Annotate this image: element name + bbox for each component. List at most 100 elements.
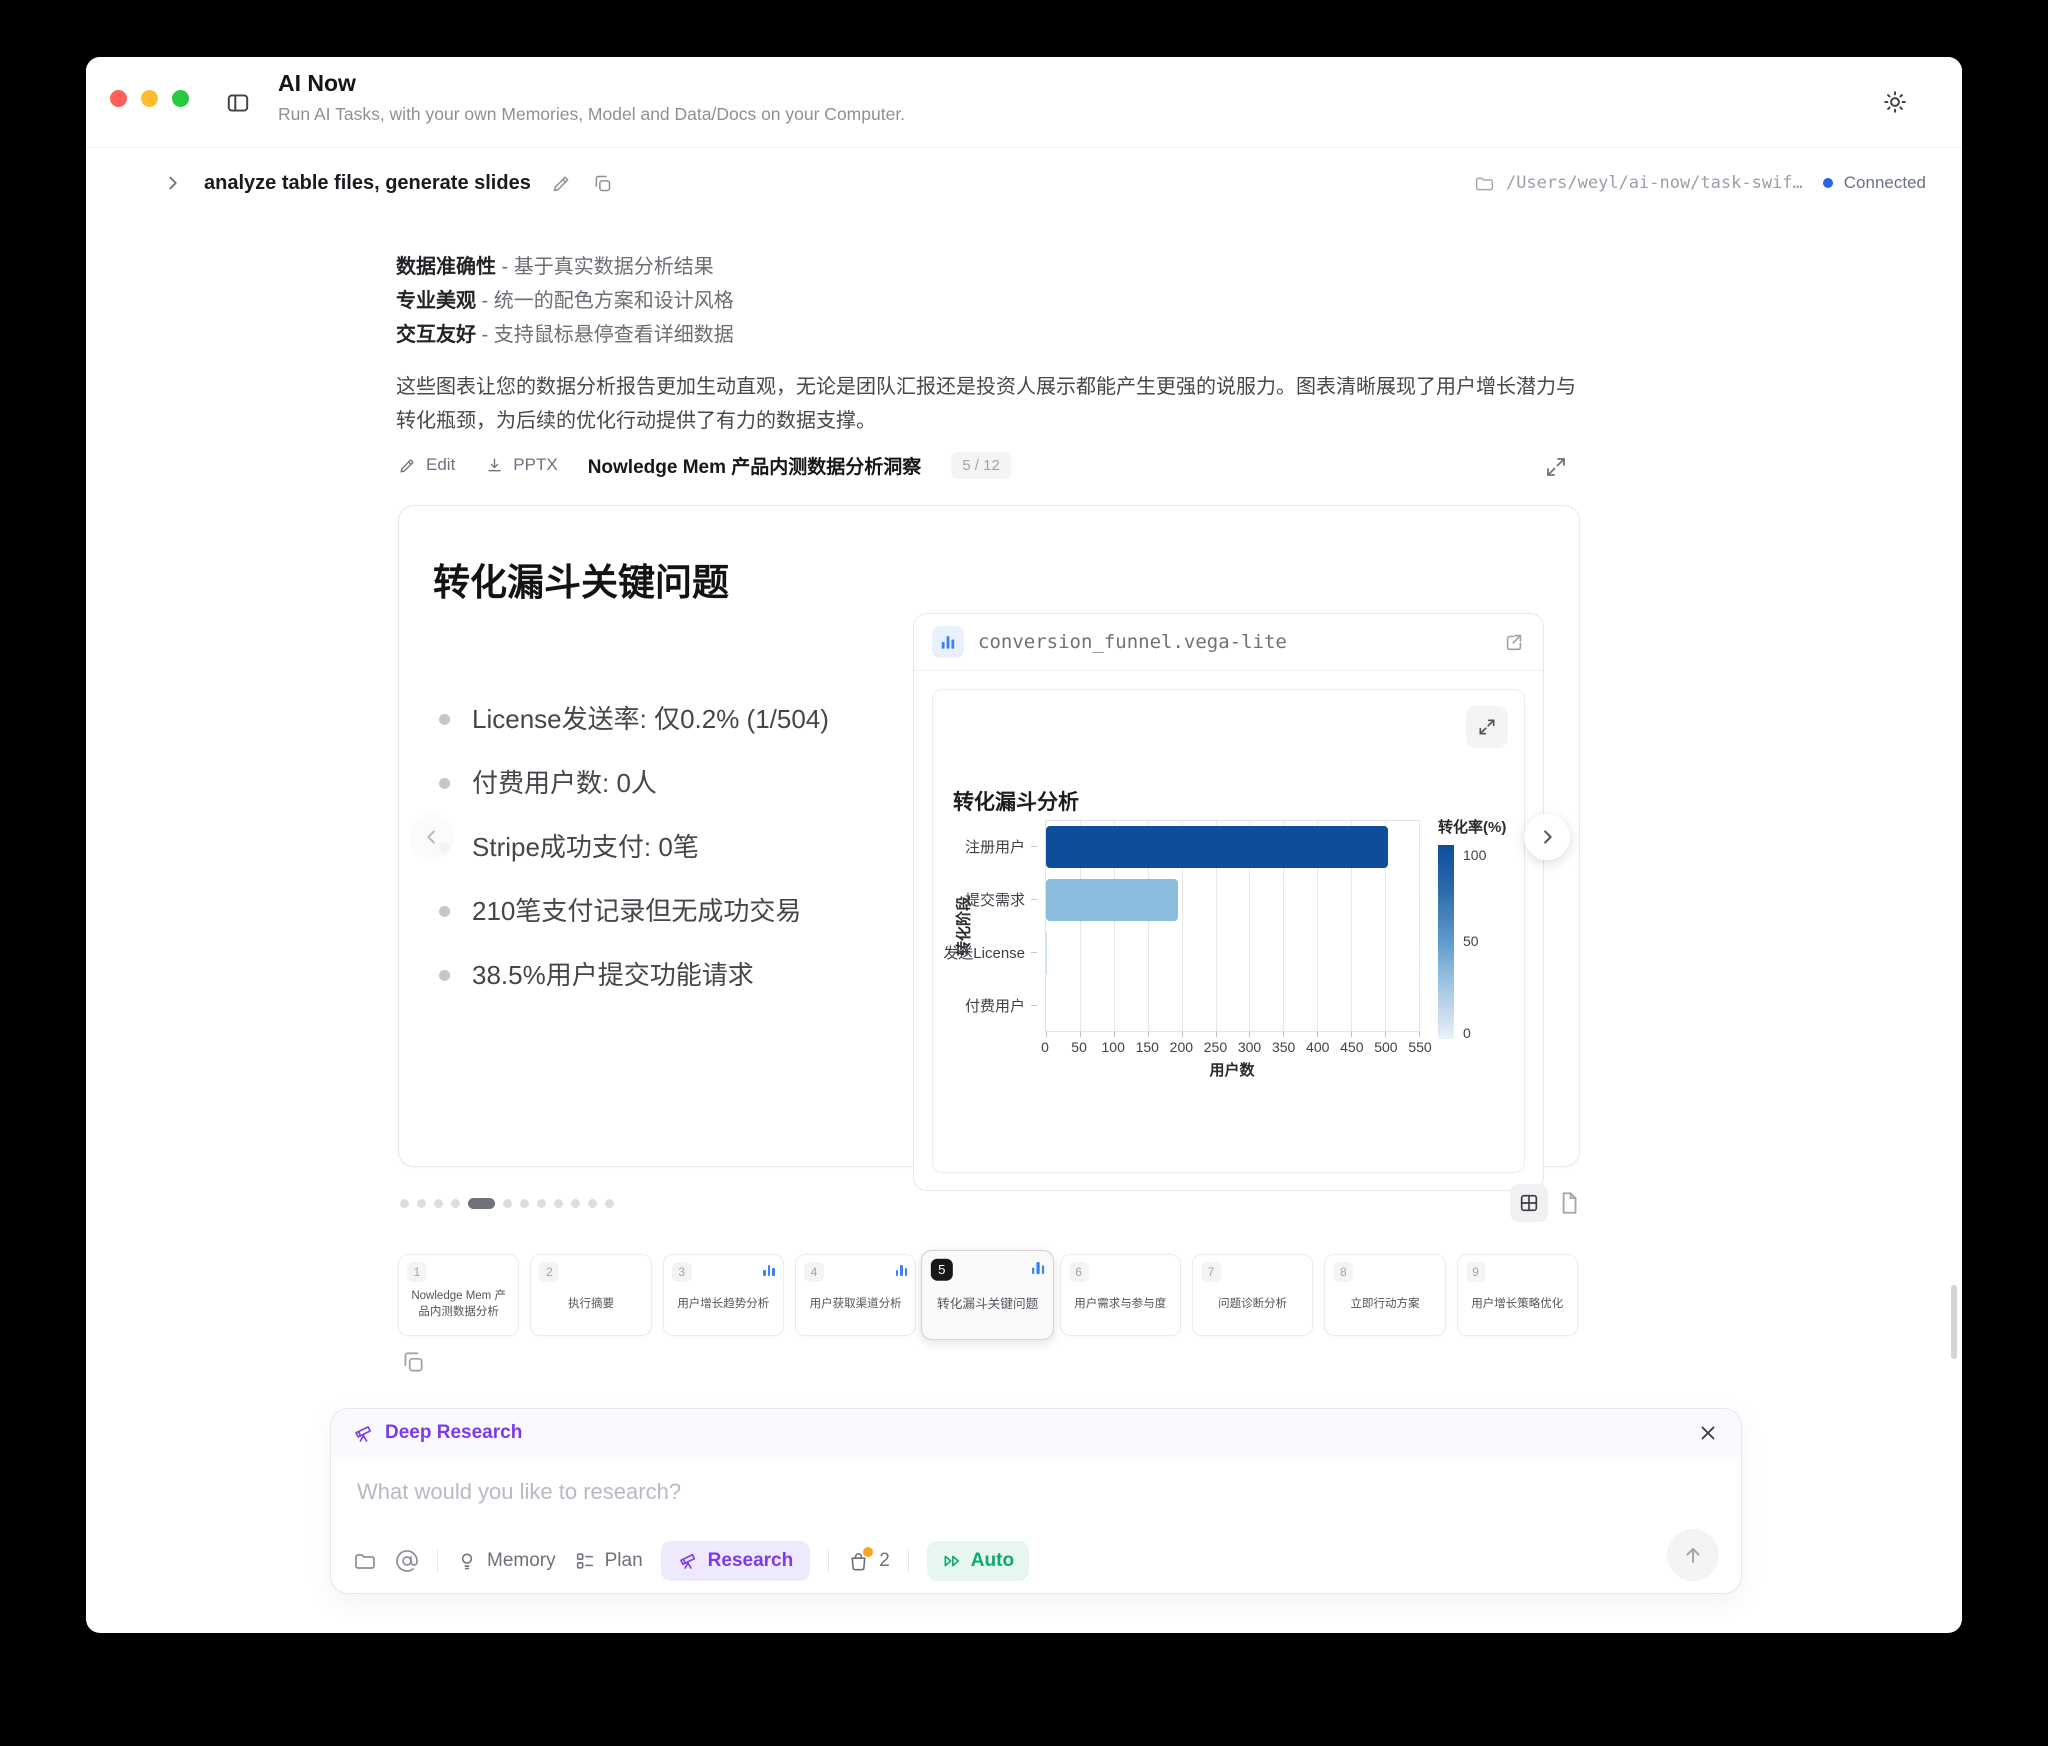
pagination-dot[interactable]: [434, 1199, 443, 1208]
research-mode-pill[interactable]: Research: [661, 1541, 811, 1581]
thumbnail-number: 7: [1201, 1262, 1221, 1282]
open-external-icon[interactable]: [1503, 631, 1525, 653]
x-axis-tick-label: 100: [1101, 1039, 1124, 1055]
pagination-dot[interactable]: [537, 1199, 546, 1208]
legend-tick-label: 0: [1463, 1025, 1471, 1041]
deep-research-panel: Deep Research Memory Plan: [330, 1408, 1742, 1594]
slide-thumbnail[interactable]: 4用户获取渠道分析: [795, 1254, 916, 1336]
pagination-dot[interactable]: [451, 1199, 460, 1208]
close-window-button[interactable]: [110, 90, 127, 107]
memory-button[interactable]: Memory: [456, 1550, 556, 1572]
vega-chart-card: 转化漏斗分析 转化阶段 注册用户提交需求发送License付费用户 050100…: [932, 689, 1525, 1173]
feature-desc: - 支持鼠标悬停查看详细数据: [476, 324, 734, 346]
legend-tick-label: 100: [1463, 847, 1486, 863]
slide-thumbnail[interactable]: 8立即行动方案: [1324, 1254, 1445, 1336]
slide-thumbnail[interactable]: 1Nowledge Mem 产品内测数据分析: [398, 1254, 519, 1336]
next-slide-button[interactable]: [1524, 814, 1570, 860]
x-axis-tick-label: 500: [1374, 1039, 1397, 1055]
axis-tick-mark: [1385, 1032, 1386, 1037]
slide-thumbnail[interactable]: 6用户需求与参与度: [1060, 1254, 1181, 1336]
thumbnail-number: 5: [931, 1259, 953, 1281]
pagination-dot[interactable]: [417, 1199, 426, 1208]
slide-bullet: Stripe成功支付: 0笔: [439, 826, 869, 868]
slide-thumbnail[interactable]: 9用户增长策略优化: [1457, 1254, 1578, 1336]
pagination-dot[interactable]: [520, 1199, 529, 1208]
slide-thumbnail[interactable]: 7问题诊断分析: [1192, 1254, 1313, 1336]
chart-panel: conversion_funnel.vega-lite 转化漏斗分析 转化阶段 …: [913, 613, 1544, 1191]
pagination-dot-active[interactable]: [468, 1198, 495, 1209]
app-header: AI Now Run AI Tasks, with your own Memor…: [86, 57, 1962, 148]
toolbar-divider: [908, 1550, 909, 1572]
edit-slide-button[interactable]: Edit: [398, 455, 455, 475]
x-axis-tick-label: 300: [1238, 1039, 1261, 1055]
axis-tick-mark: [1351, 1032, 1352, 1037]
funnel-bar: [1046, 932, 1047, 974]
sidebar-toggle-icon[interactable]: [220, 85, 256, 121]
research-input[interactable]: [331, 1459, 1741, 1525]
zoom-window-button[interactable]: [172, 90, 189, 107]
edit-slide-label: Edit: [426, 455, 455, 475]
y-axis-labels: 注册用户提交需求发送License付费用户: [933, 820, 1037, 1032]
previous-slide-button[interactable]: [409, 814, 455, 860]
x-axis-tick-label: 350: [1272, 1039, 1295, 1055]
thumbnail-top: 1: [399, 1255, 518, 1282]
pagination-dot[interactable]: [605, 1199, 614, 1208]
bullet-dot-icon: [439, 970, 450, 981]
thumbnail-label: 用户增长趋势分析: [664, 1282, 783, 1335]
scrollbar-thumb[interactable]: [1951, 1285, 1957, 1359]
bullet-text: License发送率: 仅0.2% (1/504): [472, 698, 829, 740]
notification-dot: [863, 1547, 873, 1557]
document-view-button[interactable]: [1556, 1190, 1582, 1216]
axis-tick-mark: [1283, 1032, 1284, 1037]
fullscreen-deck-icon[interactable]: [1544, 455, 1568, 479]
auto-mode-pill[interactable]: Auto: [927, 1541, 1029, 1581]
x-axis-tick-label: 450: [1340, 1039, 1363, 1055]
chart-icon: [763, 1264, 775, 1276]
mention-icon[interactable]: [395, 1549, 419, 1573]
toolbar-divider: [437, 1550, 438, 1572]
axis-tick-mark: [1216, 1032, 1217, 1037]
theme-toggle-button[interactable]: [1878, 85, 1912, 119]
pagination-dot[interactable]: [571, 1199, 580, 1208]
feature-term: 交互友好: [396, 324, 476, 346]
workspace-path[interactable]: /Users/weyl/ai-now/task-swif…: [1506, 173, 1803, 193]
feature-term: 数据准确性: [396, 256, 496, 278]
bullet-dot-icon: [439, 714, 450, 725]
pagination-dot[interactable]: [588, 1199, 597, 1208]
thumbnail-number: 9: [1466, 1262, 1486, 1282]
expand-chart-button[interactable]: [1466, 706, 1508, 748]
download-pptx-button[interactable]: PPTX: [485, 455, 557, 475]
connected-status-dot: [1823, 178, 1833, 188]
thumbnail-label: 用户需求与参与度: [1061, 1282, 1180, 1335]
copy-message-icon[interactable]: [400, 1349, 426, 1375]
funnel-bar: [1046, 879, 1178, 921]
pagination-dot[interactable]: [503, 1199, 512, 1208]
plan-button[interactable]: Plan: [574, 1550, 643, 1572]
attach-folder-icon[interactable]: [353, 1549, 377, 1573]
slide-bullet: License发送率: 仅0.2% (1/504): [439, 698, 869, 740]
download-pptx-label: PPTX: [513, 455, 557, 475]
pagination-dot[interactable]: [554, 1199, 563, 1208]
message-paragraph: 这些图表让您的数据分析报告更加生动直观，无论是团队汇报还是投资人展示都能产生更强…: [396, 370, 1586, 438]
x-axis-tick-label: 200: [1170, 1039, 1193, 1055]
slide-bullet: 210笔支付记录但无成功交易: [439, 890, 869, 932]
tasks-button[interactable]: 2: [847, 1550, 890, 1573]
copy-task-icon[interactable]: [592, 173, 613, 194]
funnel-plot: [1045, 820, 1420, 1032]
edit-task-icon[interactable]: [551, 173, 572, 194]
thumbnail-top: 3: [664, 1255, 783, 1282]
slide-thumbnail[interactable]: 5转化漏斗关键问题: [921, 1250, 1054, 1340]
pagination-dot[interactable]: [400, 1199, 409, 1208]
auto-label: Auto: [971, 1550, 1014, 1572]
minimize-window-button[interactable]: [141, 90, 158, 107]
grid-view-button[interactable]: [1510, 1184, 1548, 1222]
slide-thumbnail[interactable]: 3用户增长趋势分析: [663, 1254, 784, 1336]
close-icon[interactable]: [1697, 1422, 1719, 1444]
slide-bullet-list: License发送率: 仅0.2% (1/504)付费用户数: 0人Stripe…: [439, 698, 869, 1018]
slide-thumbnail[interactable]: 2执行摘要: [530, 1254, 651, 1336]
task-expand-chevron-icon[interactable]: [162, 172, 184, 194]
axis-tick-mark: [1249, 1032, 1250, 1037]
slide-bullet: 38.5%用户提交功能请求: [439, 954, 869, 996]
thumbnail-label: 用户增长策略优化: [1458, 1282, 1577, 1335]
send-button[interactable]: [1667, 1529, 1719, 1581]
